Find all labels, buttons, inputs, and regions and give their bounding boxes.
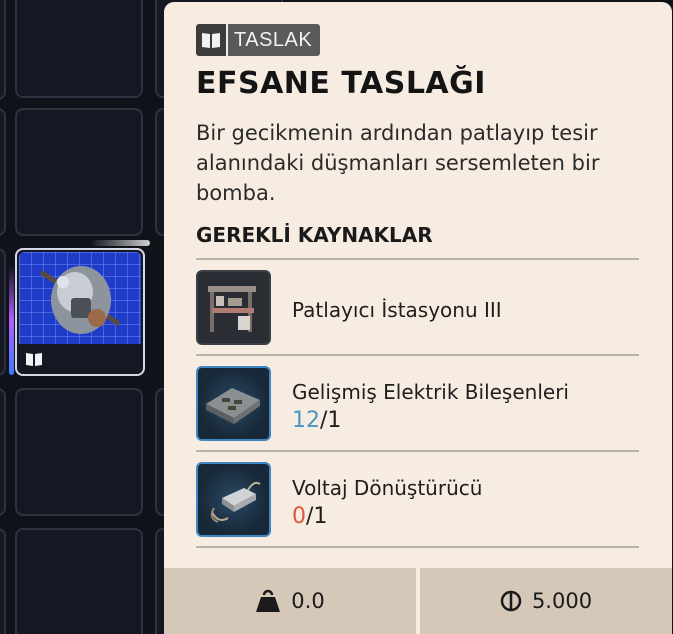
requirement-row: Patlayıcı İstasyonu III (196, 270, 639, 346)
inventory-slot[interactable] (0, 108, 6, 236)
requirement-name: Voltaj Dönüştürücü (292, 476, 483, 500)
coin-icon (500, 590, 522, 612)
category-badge: TASLAK (196, 24, 321, 56)
owned-count: 0 (292, 504, 306, 529)
requirement-count: 0/1 (292, 504, 327, 529)
blueprint-book-icon (26, 353, 42, 366)
selection-glow (90, 240, 150, 246)
inventory-slot-selected[interactable] (15, 248, 145, 376)
item-tooltip: TASLAK EFSANE TASLAĞI Bir gecikmenin ard… (164, 2, 672, 634)
requirements-heading: GEREKLİ KAYNAKLAR (196, 223, 433, 247)
item-description: Bir gecikmenin ardından patlayıp tesir a… (196, 121, 600, 205)
inventory-slot[interactable] (15, 0, 143, 98)
inventory-slot[interactable] (0, 528, 6, 634)
inventory-slot[interactable] (0, 0, 6, 100)
requirement-row: Voltaj Dönüştürücü 0/1 (196, 462, 639, 538)
inventory-slot[interactable] (15, 528, 143, 634)
item-title: EFSANE TASLAĞI (196, 66, 486, 101)
requirement-count: 12/1 (292, 408, 341, 433)
inventory-slot[interactable] (0, 388, 6, 516)
bomb-icon (39, 266, 121, 334)
circuit-board-icon (196, 366, 271, 441)
requirement-name: Gelişmiş Elektrik Bileşenleri (292, 380, 569, 404)
divider (196, 354, 639, 356)
inventory-slot[interactable] (15, 388, 143, 516)
divider (196, 258, 639, 260)
voltage-converter-icon (196, 462, 271, 537)
inventory-slot[interactable] (15, 108, 143, 236)
tooltip-footer: 0.0 5.000 (164, 568, 672, 634)
item-image (19, 252, 141, 344)
price-value: 5.000 (531, 589, 593, 613)
weight-value: 0.0 (291, 589, 325, 613)
owned-count: 12 (292, 408, 320, 433)
inventory-slot[interactable] (0, 248, 6, 376)
divider (196, 546, 639, 548)
weight-stat: 0.0 (164, 568, 416, 634)
required-count: 1 (313, 504, 328, 529)
requirement-row: Gelişmiş Elektrik Bileşenleri 12/1 (196, 366, 639, 442)
category-label: TASLAK (228, 24, 321, 56)
workbench-icon (196, 270, 271, 345)
selection-glow (9, 265, 14, 375)
weight-icon (256, 589, 281, 612)
blueprint-book-icon (196, 24, 228, 56)
requirement-name: Patlayıcı İstasyonu III (292, 298, 502, 322)
required-count: 1 (327, 408, 342, 433)
price-stat: 5.000 (416, 568, 672, 634)
divider (196, 450, 639, 452)
